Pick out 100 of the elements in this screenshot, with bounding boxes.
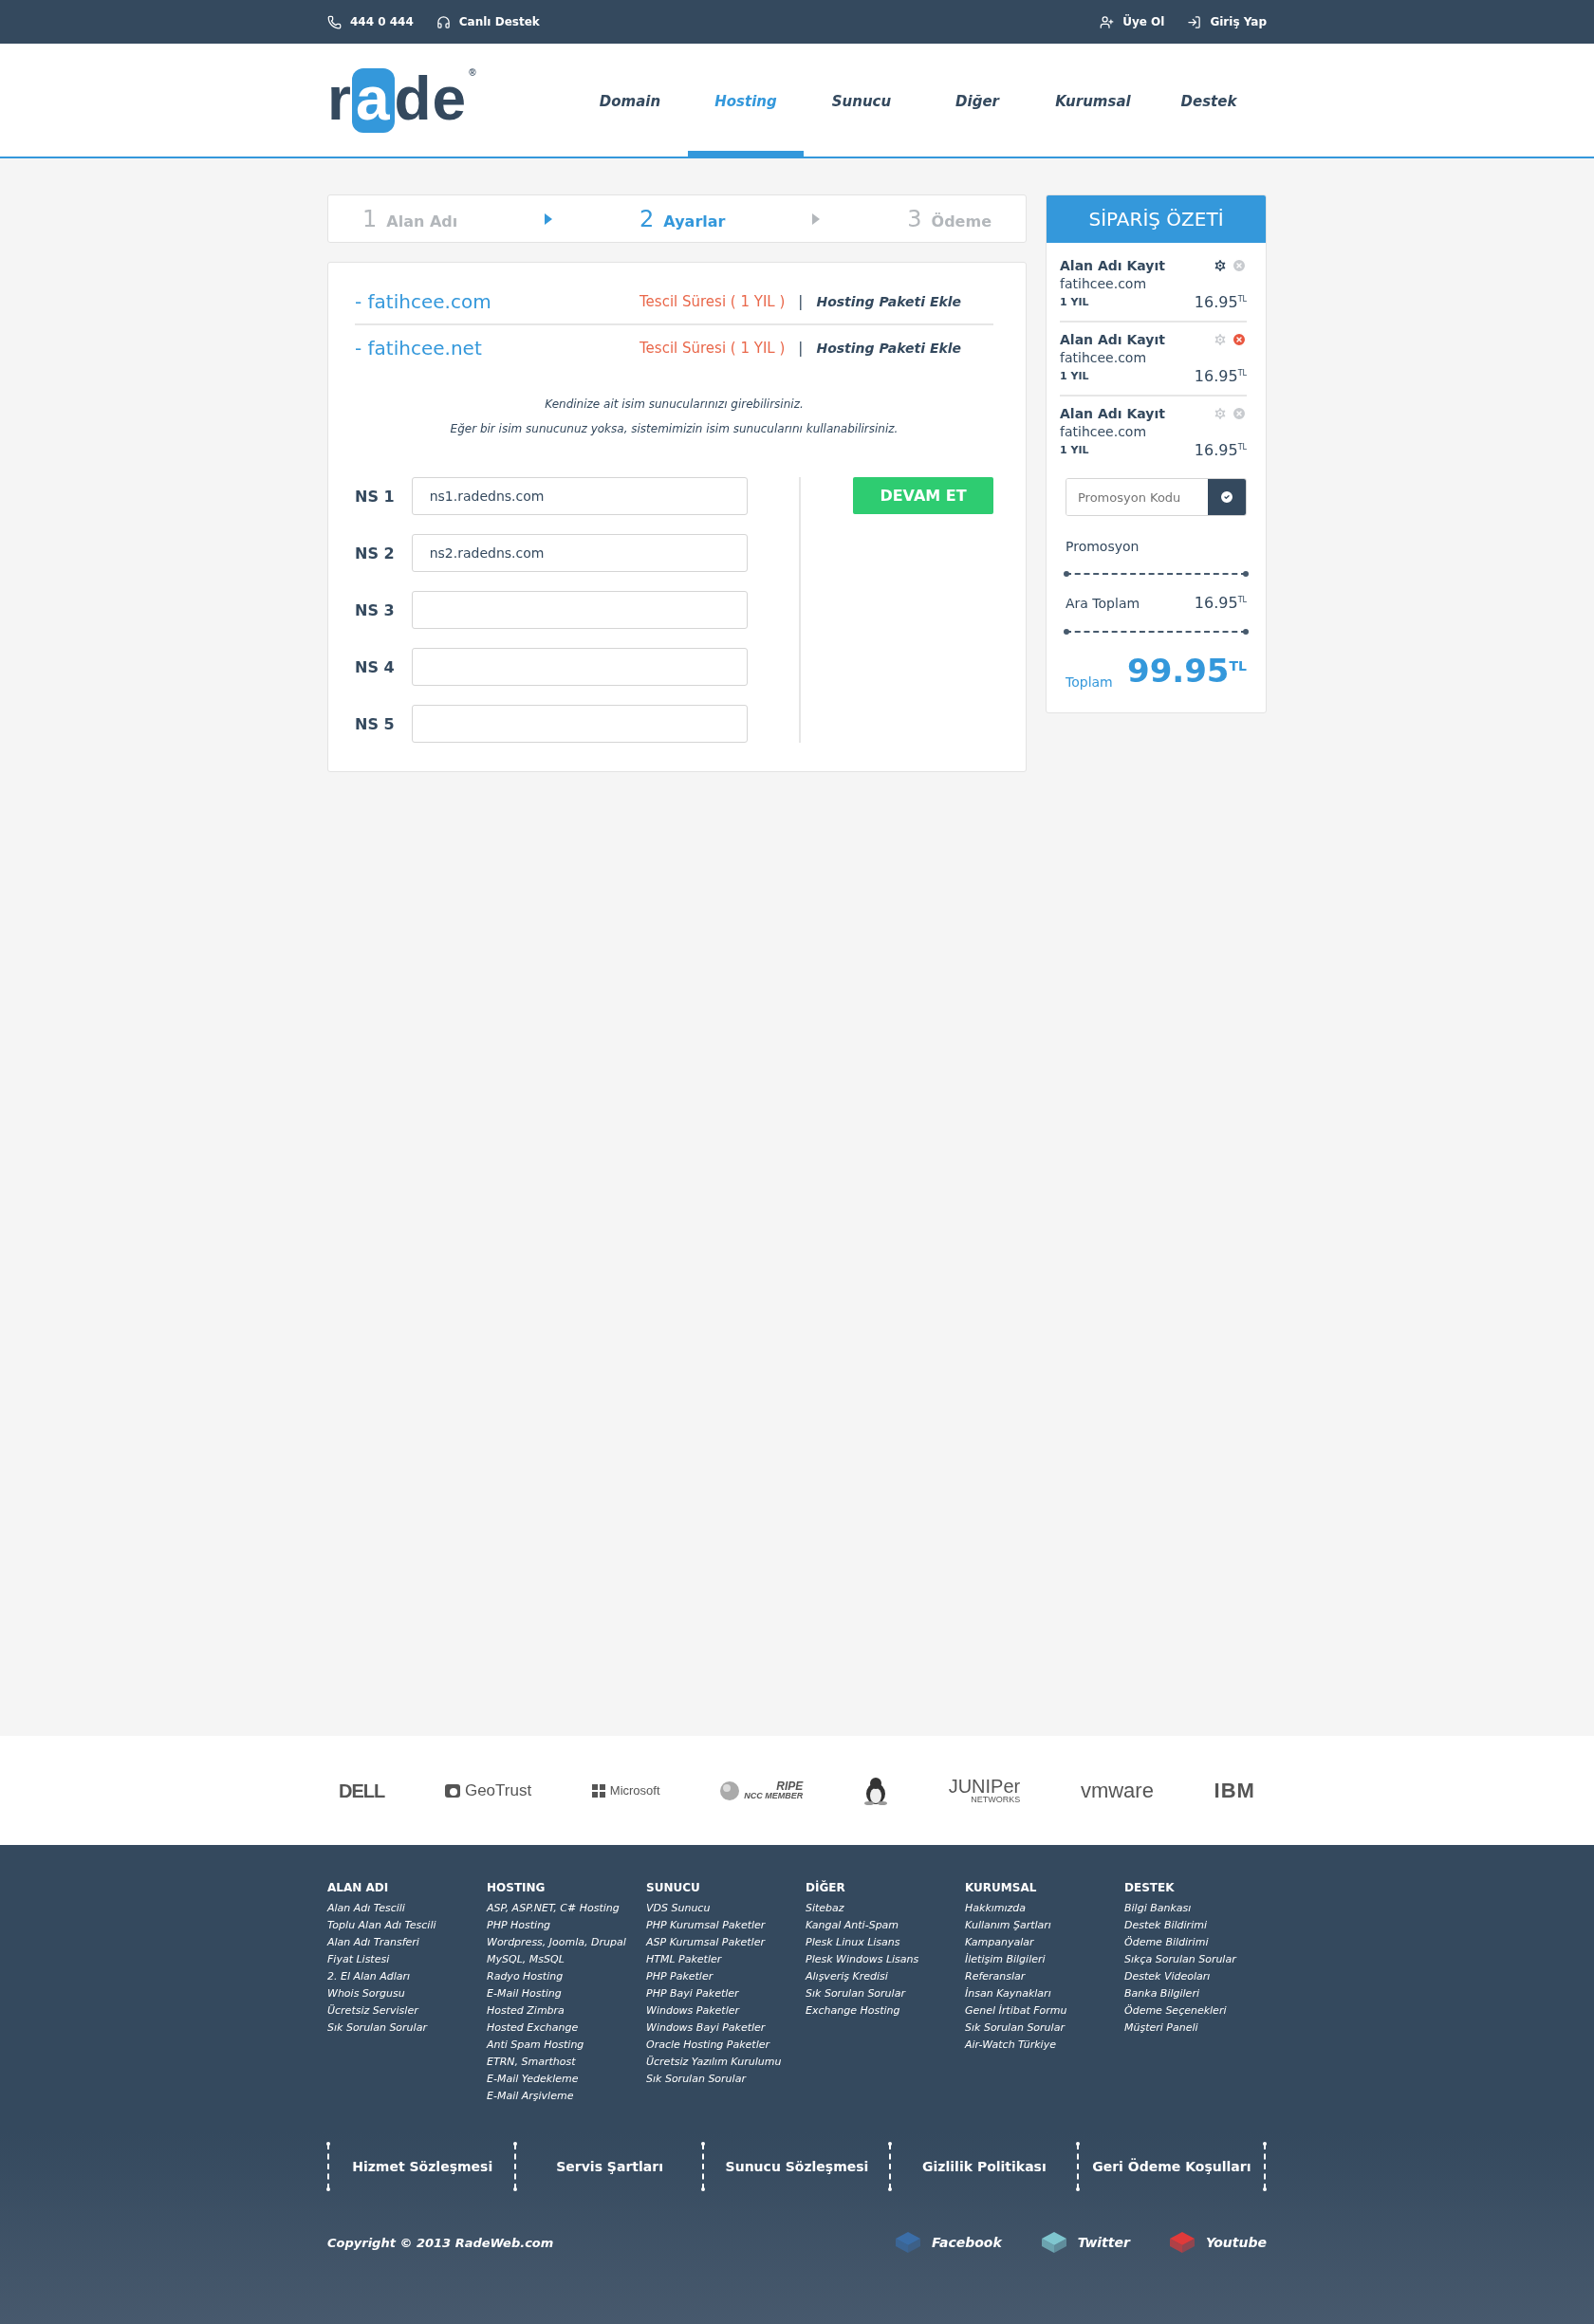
social-link[interactable]: Facebook <box>894 2230 1002 2255</box>
footer-link[interactable]: VDS Sunucu <box>646 1900 806 1917</box>
social-link[interactable]: Twitter <box>1039 2230 1130 2255</box>
nav-link[interactable]: Diğer <box>919 44 1035 158</box>
globe-icon <box>720 1780 740 1800</box>
footer-link[interactable]: Plesk Linux Lisans <box>806 1934 965 1951</box>
footer-heading: DESTEK <box>1124 1881 1176 1894</box>
add-hosting-link[interactable]: Hosting Paketi Ekle <box>816 341 962 356</box>
footer-link[interactable]: PHP Kurumsal Paketler <box>646 1917 806 1934</box>
footer-link[interactable]: Genel İrtibat Formu <box>965 2002 1124 2020</box>
promo-label: Promosyon <box>1066 539 1140 554</box>
footer-link[interactable]: Ödeme Bildirimi <box>1124 1934 1284 1951</box>
footer-link[interactable]: Anti Spam Hosting <box>487 2037 646 2054</box>
legal-link[interactable]: Sunucu Sözleşmesi <box>704 2159 890 2174</box>
remove-icon[interactable] <box>1232 332 1247 347</box>
footer-link[interactable]: Radyo Hosting <box>487 1968 646 1985</box>
footer-link[interactable]: Alan Adı Tescili <box>327 1900 487 1917</box>
separator-text: | <box>798 293 804 310</box>
separator-text: | <box>798 340 804 357</box>
legal-link[interactable]: Hizmet Sözleşmesi <box>330 2159 515 2174</box>
footer-link[interactable]: Alan Adı Transferi <box>327 1934 487 1951</box>
nav-link[interactable]: Kurumsal <box>1035 44 1151 158</box>
promo-code-field[interactable]: Promosyon Kodu <box>1066 478 1247 516</box>
registration-period: Tescil Süresi ( 1 YIL ) <box>639 293 786 310</box>
footer-link[interactable]: Alışveriş Kredisi <box>806 1968 965 1985</box>
footer-link[interactable]: PHP Hosting <box>487 1917 646 1934</box>
nav-link[interactable]: Destek <box>1151 44 1267 158</box>
footer-link[interactable]: ETRN, Smarthost <box>487 2054 646 2071</box>
footer-link[interactable]: Exchange Hosting <box>806 2002 965 2020</box>
logo[interactable]: rade® <box>327 67 517 133</box>
footer-link[interactable]: 2. El Alan Adları <box>327 1968 487 1985</box>
footer-link[interactable]: Destek Bildirimi <box>1124 1917 1284 1934</box>
nameserver-field[interactable]: ns2.radedns.com <box>411 534 748 572</box>
item-period: 1 YIL <box>1060 444 1089 456</box>
footer-link[interactable]: Ücretsiz Yazılım Kurulumu <box>646 2054 806 2071</box>
item-period: 1 YIL <box>1060 296 1089 308</box>
legal-link[interactable]: Geri Ödeme Koşulları <box>1079 2159 1265 2174</box>
nameserver-field[interactable] <box>411 591 748 629</box>
footer-link[interactable]: Bilgi Bankası <box>1124 1900 1284 1917</box>
footer-link[interactable]: Hosted Zimbra <box>487 2002 646 2020</box>
footer-link[interactable]: Kampanyalar <box>965 1934 1124 1951</box>
footer-link[interactable]: ASP, ASP.NET, C# Hosting <box>487 1900 646 1917</box>
partner-logo-caption: NETWORKS <box>971 1796 1021 1804</box>
item-domain: fatihcee.com <box>1060 276 1148 291</box>
footer-link[interactable]: Kangal Anti-Spam <box>806 1917 965 1934</box>
footer-link[interactable]: Ücretsiz Servisler <box>327 2002 487 2020</box>
social-link[interactable]: Youtube <box>1167 2230 1267 2255</box>
nav-link[interactable]: Domain <box>572 44 688 158</box>
top-bar-link[interactable]: Giriş Yap <box>1187 14 1267 29</box>
top-bar-link[interactable]: 444 0 444 <box>327 14 414 29</box>
footer-link[interactable]: Oracle Hosting Paketler <box>646 2037 806 2054</box>
footer-link[interactable]: HTML Paketler <box>646 1951 806 1968</box>
legal-link[interactable]: Servis Şartları <box>517 2159 702 2174</box>
footer-link[interactable]: Sıkça Sorulan Sorular <box>1124 1951 1284 1968</box>
nameserver-field[interactable]: ns1.radedns.com <box>411 477 748 515</box>
remove-icon[interactable] <box>1232 406 1247 421</box>
footer-link[interactable]: Windows Bayi Paketler <box>646 2020 806 2037</box>
apply-promo-button[interactable] <box>1208 479 1246 515</box>
nameserver-label: NS 5 <box>355 714 396 733</box>
footer-link[interactable]: E-Mail Arşivleme <box>487 2088 646 2105</box>
footer-link[interactable]: MySQL, MsSQL <box>487 1951 646 1968</box>
footer-link[interactable]: ASP Kurumsal Paketler <box>646 1934 806 1951</box>
top-bar-link[interactable]: Üye Ol <box>1100 14 1165 29</box>
footer-link[interactable]: İletişim Bilgileri <box>965 1951 1124 1968</box>
footer-link[interactable]: Sık Sorulan Sorular <box>646 2071 806 2088</box>
partner-logo: JUNIPer <box>948 1777 1021 1796</box>
footer-link[interactable]: Sık Sorulan Sorular <box>806 1985 965 2002</box>
footer-link[interactable]: E-Mail Yedekleme <box>487 2071 646 2088</box>
top-bar-link[interactable]: Canlı Destek <box>436 14 540 29</box>
footer-link[interactable]: Windows Paketler <box>646 2002 806 2020</box>
footer-link[interactable]: Destek Videoları <box>1124 1968 1284 1985</box>
footer-link[interactable]: PHP Paketler <box>646 1968 806 1985</box>
footer-link[interactable]: Sık Sorulan Sorular <box>965 2020 1124 2037</box>
footer-link[interactable]: E-Mail Hosting <box>487 1985 646 2002</box>
footer-link[interactable]: Referanslar <box>965 1968 1124 1985</box>
footer-link[interactable]: PHP Bayi Paketler <box>646 1985 806 2002</box>
footer-link[interactable]: Müşteri Paneli <box>1124 2020 1284 2037</box>
footer-link[interactable]: Plesk Windows Lisans <box>806 1951 965 1968</box>
nameserver-field[interactable] <box>411 648 748 686</box>
footer-link[interactable]: Wordpress, Joomla, Drupal <box>487 1934 646 1951</box>
footer-link[interactable]: Sitebaz <box>806 1900 965 1917</box>
footer-link[interactable]: Kullanım Şartları <box>965 1917 1124 1934</box>
nameserver-label: NS 4 <box>355 657 396 676</box>
subtotal-price: 16.95$^{TL}$ <box>1194 594 1247 612</box>
footer-link[interactable]: Air-Watch Türkiye <box>965 2037 1124 2054</box>
legal-link[interactable]: Gizlilik Politikası <box>892 2159 1077 2174</box>
footer-link[interactable]: Banka Bilgileri <box>1124 1985 1284 2002</box>
item-domain: fatihcee.com <box>1060 424 1148 439</box>
nameserver-field[interactable] <box>411 705 748 743</box>
footer-link[interactable]: Toplu Alan Adı Tescili <box>327 1917 487 1934</box>
footer-link[interactable]: Ödeme Seçenekleri <box>1124 2002 1284 2020</box>
footer-link[interactable]: Whois Sorgusu <box>327 1985 487 2002</box>
footer-link[interactable]: Hosted Exchange <box>487 2020 646 2037</box>
nav-link[interactable]: Sunucu <box>804 44 919 158</box>
settings-icon[interactable] <box>1213 258 1228 273</box>
footer-link[interactable]: Fiyat Listesi <box>327 1951 487 1968</box>
add-hosting-link[interactable]: Hosting Paketi Ekle <box>816 294 962 309</box>
footer-link[interactable]: Sık Sorulan Sorular <box>327 2020 487 2037</box>
footer-link[interactable]: İnsan Kaynakları <box>965 1985 1124 2002</box>
footer-link[interactable]: Hakkımızda <box>965 1900 1124 1917</box>
